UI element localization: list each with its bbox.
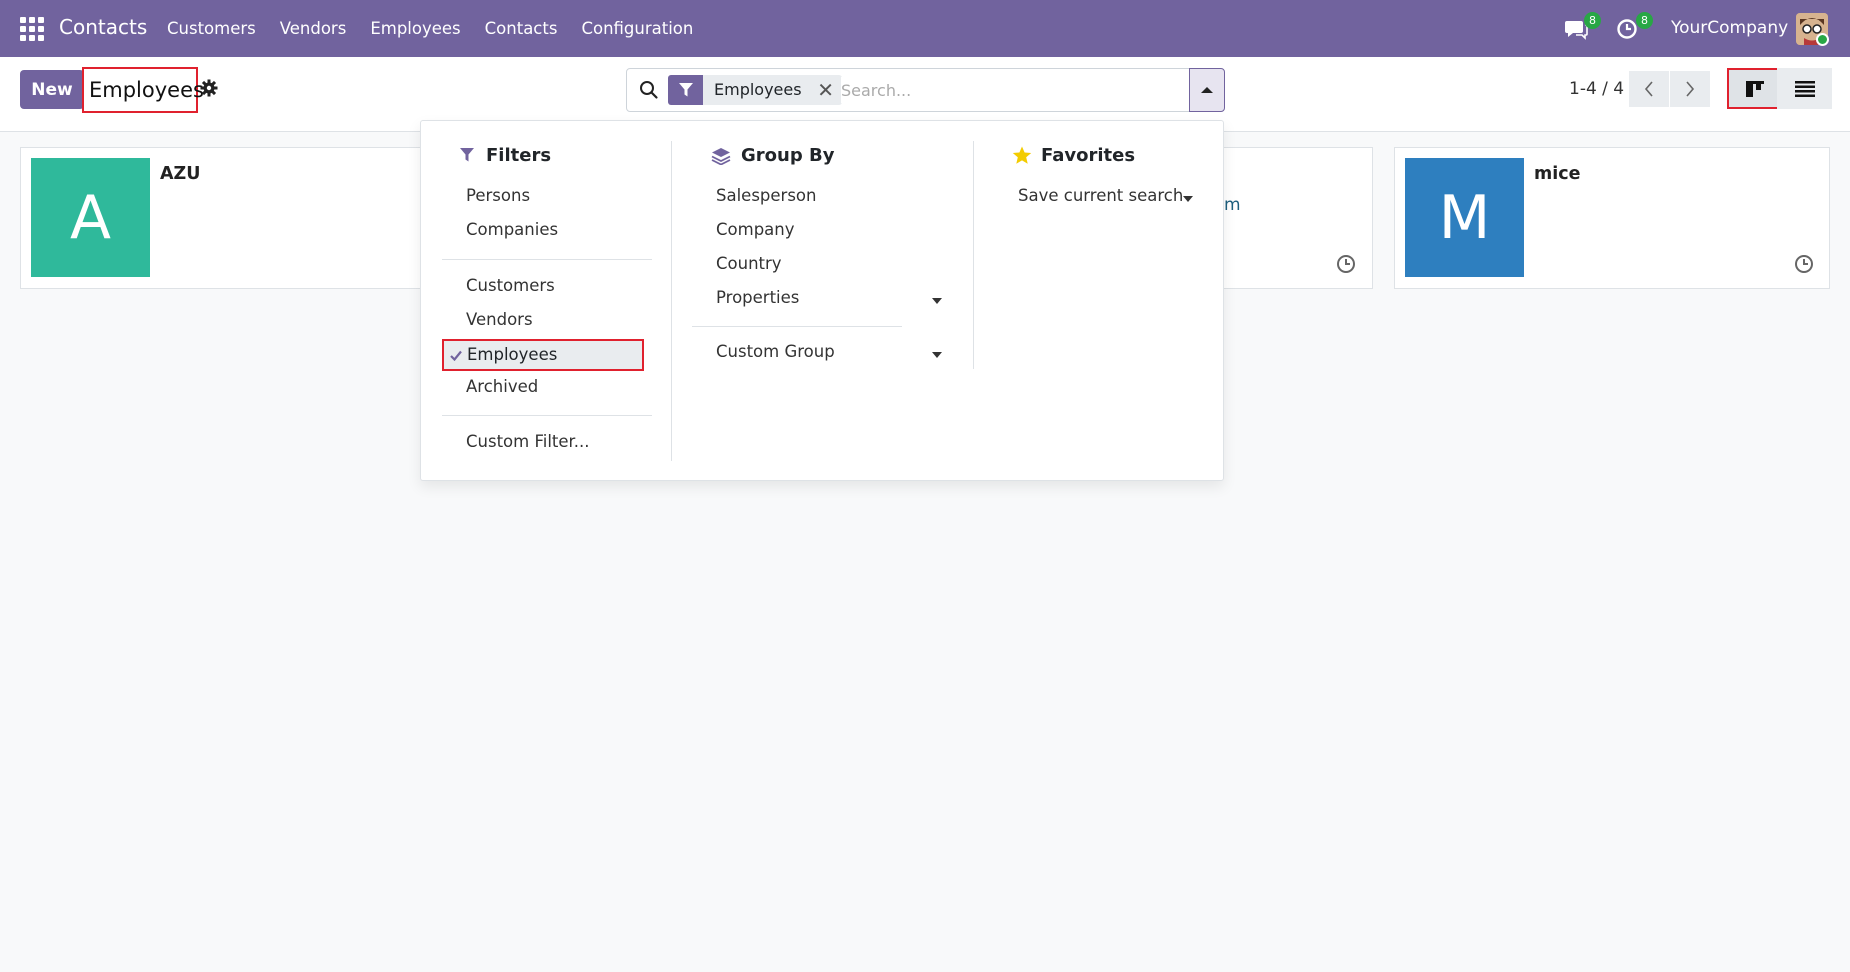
search-bar: Employees ✕: [626, 68, 1225, 112]
search-panel-dropdown: Filters Persons Companies Customers Vend…: [420, 120, 1224, 481]
activity-clock-icon[interactable]: [1794, 254, 1814, 274]
chevron-right-icon: [1686, 81, 1695, 97]
top-navbar: Contacts Customers Vendors Employees Con…: [0, 0, 1850, 57]
custom-group-select[interactable]: Custom Group: [716, 342, 835, 361]
company-switcher[interactable]: YourCompany: [1671, 18, 1788, 38]
star-icon: [1012, 146, 1032, 164]
group-by-country[interactable]: Country: [716, 254, 782, 273]
filter-customers[interactable]: Customers: [466, 276, 555, 295]
search-icon[interactable]: [639, 80, 659, 100]
caret-down-icon: [1183, 196, 1193, 202]
column-divider: [973, 141, 974, 369]
kanban-view-button[interactable]: [1727, 68, 1782, 109]
list-view-button[interactable]: [1777, 68, 1832, 109]
pager-previous-button[interactable]: [1629, 71, 1669, 107]
save-current-search[interactable]: Save current search: [1018, 186, 1183, 205]
search-facet: Employees ✕: [668, 75, 842, 105]
main-menu: Customers Vendors Employees Contacts Con…: [167, 0, 717, 57]
pager-value[interactable]: 1-4 / 4: [1569, 79, 1624, 99]
filter-icon: [668, 75, 703, 105]
filter-employees-label: Employees: [467, 345, 558, 364]
filter-icon: [460, 148, 474, 162]
app-menu-icon[interactable]: [20, 17, 44, 41]
column-divider: [671, 141, 672, 461]
filters-heading: Filters: [486, 145, 552, 166]
divider: [692, 326, 902, 327]
facet-remove-button[interactable]: ✕: [809, 75, 842, 105]
filter-vendors[interactable]: Vendors: [466, 310, 533, 329]
messages-button[interactable]: 8: [1564, 12, 1601, 40]
group-by-heading: Group By: [741, 145, 835, 166]
custom-filter-link[interactable]: Custom Filter...: [466, 432, 590, 451]
new-button[interactable]: New: [20, 70, 84, 109]
kanban-card[interactable]: M mice: [1394, 147, 1830, 289]
filter-companies[interactable]: Companies: [466, 220, 558, 239]
check-icon: [450, 350, 462, 361]
card-avatar: A: [31, 158, 150, 277]
search-panel-toggle[interactable]: [1189, 68, 1225, 112]
chevron-left-icon: [1644, 81, 1653, 97]
menu-configuration[interactable]: Configuration: [581, 19, 693, 38]
menu-vendors[interactable]: Vendors: [280, 19, 347, 38]
activities-badge: 8: [1636, 12, 1653, 29]
card-name: AZU: [160, 164, 201, 184]
caret-down-icon: [932, 352, 942, 358]
caret-down-icon: [932, 298, 942, 304]
activity-clock-icon[interactable]: [1336, 254, 1356, 274]
card-avatar: M: [1405, 158, 1524, 277]
clock-icon: [1617, 19, 1637, 39]
kanban-card[interactable]: A AZU: [20, 147, 441, 289]
list-icon: [1794, 80, 1815, 97]
menu-customers[interactable]: Customers: [167, 19, 256, 38]
messages-badge: 8: [1584, 12, 1601, 29]
facet-label: Employees: [703, 75, 810, 105]
pager-next-button[interactable]: [1670, 71, 1710, 107]
breadcrumb-title: Employees: [82, 67, 204, 113]
divider: [442, 259, 652, 260]
favorites-heading: Favorites: [1041, 145, 1136, 166]
group-by-salesperson[interactable]: Salesperson: [716, 186, 816, 205]
group-by-company[interactable]: Company: [716, 220, 795, 239]
filter-employees[interactable]: Employees: [442, 339, 644, 371]
caret-up-icon: [1201, 87, 1213, 93]
activities-button[interactable]: 8: [1616, 12, 1653, 40]
search-input[interactable]: [841, 77, 1181, 103]
online-status-icon: [1816, 33, 1829, 46]
menu-contacts[interactable]: Contacts: [485, 19, 558, 38]
menu-employees[interactable]: Employees: [370, 19, 460, 38]
card-name: mice: [1534, 164, 1581, 184]
app-brand[interactable]: Contacts: [59, 15, 147, 39]
filter-archived[interactable]: Archived: [466, 377, 538, 396]
divider: [442, 415, 652, 416]
filter-persons[interactable]: Persons: [466, 186, 530, 205]
group-by-properties[interactable]: Properties: [716, 288, 799, 307]
gear-icon[interactable]: [200, 79, 218, 97]
layers-icon: [711, 148, 731, 165]
card-partial-text: m: [1224, 195, 1241, 215]
kanban-icon: [1745, 80, 1764, 97]
